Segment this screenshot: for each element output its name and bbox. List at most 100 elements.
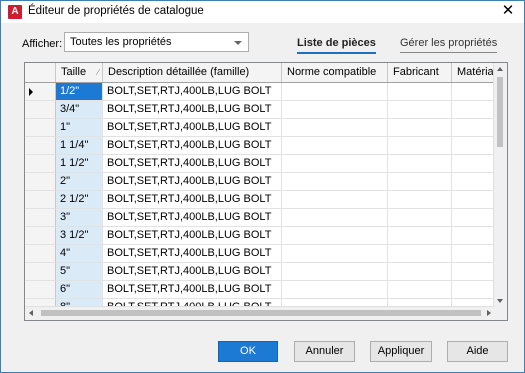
row-header[interactable] bbox=[25, 119, 56, 137]
column-header-description[interactable]: Description détaillée (famille) bbox=[103, 63, 282, 82]
cell-size[interactable]: 6" bbox=[56, 281, 103, 299]
cell-size[interactable]: 5" bbox=[56, 263, 103, 281]
table-row[interactable]: 1/2" BOLT,SET,RTJ,400LB,LUG BOLT bbox=[25, 83, 495, 101]
vertical-scrollbar[interactable] bbox=[493, 63, 507, 307]
column-header-material[interactable]: Matériau bbox=[452, 63, 495, 82]
table-row[interactable]: 5" BOLT,SET,RTJ,400LB,LUG BOLT bbox=[25, 263, 495, 281]
row-header[interactable] bbox=[25, 209, 56, 227]
cell-manufacturer[interactable] bbox=[388, 83, 452, 101]
cell-standard[interactable] bbox=[282, 137, 388, 155]
cell-material[interactable] bbox=[452, 263, 495, 281]
cell-material[interactable] bbox=[452, 191, 495, 209]
cell-material[interactable] bbox=[452, 83, 495, 101]
cell-standard[interactable] bbox=[282, 281, 388, 299]
cell-manufacturer[interactable] bbox=[388, 119, 452, 137]
cell-size[interactable]: 1 1/4" bbox=[56, 137, 103, 155]
row-header[interactable] bbox=[25, 245, 56, 263]
filter-dropdown[interactable]: Toutes les propriétés bbox=[64, 32, 249, 52]
cell-material[interactable] bbox=[452, 155, 495, 173]
cell-manufacturer[interactable] bbox=[388, 209, 452, 227]
row-header[interactable] bbox=[25, 173, 56, 191]
cell-description[interactable]: BOLT,SET,RTJ,400LB,LUG BOLT bbox=[103, 191, 282, 209]
ok-button[interactable]: OK bbox=[218, 341, 278, 362]
close-icon[interactable]: ✕ bbox=[500, 3, 516, 19]
cell-material[interactable] bbox=[452, 281, 495, 299]
table-row[interactable]: 2" BOLT,SET,RTJ,400LB,LUG BOLT bbox=[25, 173, 495, 191]
cell-standard[interactable] bbox=[282, 101, 388, 119]
cell-size[interactable]: 2 1/2" bbox=[56, 191, 103, 209]
cell-size[interactable]: 1/2" bbox=[56, 83, 103, 101]
cell-material[interactable] bbox=[452, 101, 495, 119]
cell-description[interactable]: BOLT,SET,RTJ,400LB,LUG BOLT bbox=[103, 227, 282, 245]
cell-manufacturer[interactable] bbox=[388, 101, 452, 119]
cell-manufacturer[interactable] bbox=[388, 137, 452, 155]
cell-standard[interactable] bbox=[282, 263, 388, 281]
tab-parts-list[interactable]: Liste de pièces bbox=[297, 37, 376, 54]
vertical-scroll-thumb[interactable] bbox=[497, 77, 503, 147]
row-header[interactable] bbox=[25, 83, 56, 101]
cell-standard[interactable] bbox=[282, 173, 388, 191]
row-header[interactable] bbox=[25, 155, 56, 173]
cell-description[interactable]: BOLT,SET,RTJ,400LB,LUG BOLT bbox=[103, 173, 282, 191]
cell-size[interactable]: 2" bbox=[56, 173, 103, 191]
cancel-button[interactable]: Annuler bbox=[294, 341, 355, 362]
table-row[interactable]: 3 1/2" BOLT,SET,RTJ,400LB,LUG BOLT bbox=[25, 227, 495, 245]
cell-size[interactable]: 1 1/2" bbox=[56, 155, 103, 173]
cell-description[interactable]: BOLT,SET,RTJ,400LB,LUG BOLT bbox=[103, 209, 282, 227]
cell-manufacturer[interactable] bbox=[388, 281, 452, 299]
cell-size[interactable]: 1" bbox=[56, 119, 103, 137]
scroll-right-arrow-icon[interactable] bbox=[487, 310, 491, 316]
tab-manage-properties[interactable]: Gérer les propriétés bbox=[400, 37, 498, 53]
column-header-size[interactable]: Taille ⁄ bbox=[56, 63, 103, 82]
cell-size[interactable]: 3/4" bbox=[56, 101, 103, 119]
cell-material[interactable] bbox=[452, 227, 495, 245]
cell-description[interactable]: BOLT,SET,RTJ,400LB,LUG BOLT bbox=[103, 137, 282, 155]
table-row[interactable]: 4" BOLT,SET,RTJ,400LB,LUG BOLT bbox=[25, 245, 495, 263]
row-header[interactable] bbox=[25, 263, 56, 281]
cell-description[interactable]: BOLT,SET,RTJ,400LB,LUG BOLT bbox=[103, 281, 282, 299]
cell-standard[interactable] bbox=[282, 227, 388, 245]
cell-material[interactable] bbox=[452, 137, 495, 155]
row-header[interactable] bbox=[25, 227, 56, 245]
table-row[interactable]: 2 1/2" BOLT,SET,RTJ,400LB,LUG BOLT bbox=[25, 191, 495, 209]
row-header[interactable] bbox=[25, 281, 56, 299]
cell-material[interactable] bbox=[452, 173, 495, 191]
row-header[interactable] bbox=[25, 101, 56, 119]
horizontal-scroll-thumb[interactable] bbox=[41, 310, 481, 316]
cell-size[interactable]: 3 1/2" bbox=[56, 227, 103, 245]
apply-button[interactable]: Appliquer bbox=[370, 341, 432, 362]
cell-manufacturer[interactable] bbox=[388, 263, 452, 281]
table-row[interactable]: 6" BOLT,SET,RTJ,400LB,LUG BOLT bbox=[25, 281, 495, 299]
cell-manufacturer[interactable] bbox=[388, 191, 452, 209]
table-row[interactable]: 1 1/4" BOLT,SET,RTJ,400LB,LUG BOLT bbox=[25, 137, 495, 155]
cell-description[interactable]: BOLT,SET,RTJ,400LB,LUG BOLT bbox=[103, 101, 282, 119]
cell-standard[interactable] bbox=[282, 245, 388, 263]
table-row[interactable]: 3" BOLT,SET,RTJ,400LB,LUG BOLT bbox=[25, 209, 495, 227]
scroll-down-arrow-icon[interactable] bbox=[497, 299, 503, 303]
table-row[interactable]: 1 1/2" BOLT,SET,RTJ,400LB,LUG BOLT bbox=[25, 155, 495, 173]
table-row[interactable]: 3/4" BOLT,SET,RTJ,400LB,LUG BOLT bbox=[25, 101, 495, 119]
help-button[interactable]: Aide bbox=[447, 341, 508, 362]
cell-standard[interactable] bbox=[282, 191, 388, 209]
cell-material[interactable] bbox=[452, 209, 495, 227]
cell-manufacturer[interactable] bbox=[388, 227, 452, 245]
cell-size[interactable]: 3" bbox=[56, 209, 103, 227]
cell-manufacturer[interactable] bbox=[388, 155, 452, 173]
cell-standard[interactable] bbox=[282, 83, 388, 101]
horizontal-scrollbar[interactable] bbox=[25, 306, 495, 320]
cell-material[interactable] bbox=[452, 245, 495, 263]
table-row[interactable]: 1" BOLT,SET,RTJ,400LB,LUG BOLT bbox=[25, 119, 495, 137]
row-header[interactable] bbox=[25, 137, 56, 155]
cell-description[interactable]: BOLT,SET,RTJ,400LB,LUG BOLT bbox=[103, 245, 282, 263]
cell-description[interactable]: BOLT,SET,RTJ,400LB,LUG BOLT bbox=[103, 263, 282, 281]
cell-manufacturer[interactable] bbox=[388, 245, 452, 263]
cell-size[interactable]: 4" bbox=[56, 245, 103, 263]
cell-standard[interactable] bbox=[282, 119, 388, 137]
cell-standard[interactable] bbox=[282, 209, 388, 227]
cell-material[interactable] bbox=[452, 119, 495, 137]
column-header-standard[interactable]: Norme compatible bbox=[282, 63, 388, 82]
row-header[interactable] bbox=[25, 191, 56, 209]
scroll-up-arrow-icon[interactable] bbox=[497, 67, 503, 71]
cell-manufacturer[interactable] bbox=[388, 173, 452, 191]
cell-description[interactable]: BOLT,SET,RTJ,400LB,LUG BOLT bbox=[103, 155, 282, 173]
